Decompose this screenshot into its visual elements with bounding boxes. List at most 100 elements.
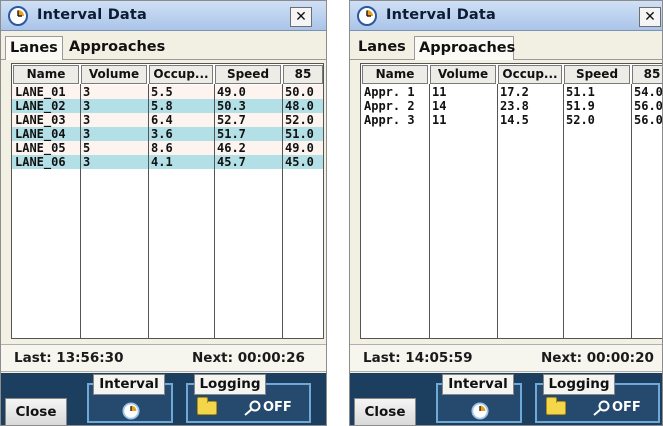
cell-volume: 3 bbox=[83, 99, 91, 113]
interval-label: Interval bbox=[93, 374, 165, 395]
cell-speed: 51.1 bbox=[566, 85, 595, 99]
column-header-name[interactable]: Name bbox=[13, 65, 79, 84]
cell-occupancy: 14.5 bbox=[500, 113, 529, 127]
table-row[interactable]: Appr. 3 11 14.5 52.0 56.0 bbox=[361, 113, 663, 127]
cell-name: LANE_01 bbox=[15, 85, 66, 99]
clock-icon bbox=[8, 6, 28, 26]
column-divider bbox=[148, 84, 149, 338]
column-header-speed[interactable]: Speed bbox=[564, 65, 630, 84]
tab-approaches[interactable]: Approaches bbox=[65, 36, 165, 60]
cell-speed: 52.0 bbox=[566, 113, 595, 127]
cell-volume: 3 bbox=[83, 127, 91, 141]
column-divider bbox=[429, 84, 430, 338]
key-icon bbox=[593, 400, 610, 416]
last-update-time: Last: 14:05:59 bbox=[363, 350, 473, 366]
cell-85th: 56.0 bbox=[634, 99, 663, 113]
cell-name: LANE_05 bbox=[15, 141, 66, 155]
window-title: Interval Data bbox=[386, 7, 497, 23]
cell-volume: 11 bbox=[432, 113, 447, 127]
table-row[interactable]: LANE_04 3 3.6 51.7 51.0 bbox=[12, 127, 323, 141]
data-grid[interactable]: Name Volume Occup... Speed 85 Appr. 1 11… bbox=[360, 63, 663, 339]
cell-speed: 51.7 bbox=[217, 127, 246, 141]
cell-85th: 52.0 bbox=[285, 113, 314, 127]
tab-lanes[interactable]: Lanes bbox=[354, 36, 412, 60]
data-grid[interactable]: Name Volume Occup... Speed 85 LANE_01 3 … bbox=[11, 63, 324, 339]
cell-85th: 48.0 bbox=[285, 99, 314, 113]
cell-volume: 5 bbox=[83, 141, 91, 155]
column-divider bbox=[214, 84, 215, 338]
cell-occupancy: 8.6 bbox=[151, 141, 173, 155]
column-header-speed[interactable]: Speed bbox=[215, 65, 281, 84]
bottom-toolbar: Close Interval OFF Logging bbox=[1, 373, 326, 425]
column-header-occupancy[interactable]: Occup... bbox=[498, 65, 562, 84]
status-bar: Last: 13:56:30 Next: 00:00:26 bbox=[1, 344, 326, 372]
cell-name: Appr. 2 bbox=[364, 99, 415, 113]
tab-lanes[interactable]: Lanes bbox=[5, 36, 63, 60]
cell-85th: 56.0 bbox=[634, 113, 663, 127]
column-divider bbox=[80, 84, 81, 338]
title-bar: Interval Data ✕ bbox=[350, 1, 662, 31]
table-row[interactable]: LANE_03 3 6.4 52.7 52.0 bbox=[12, 113, 323, 127]
cell-occupancy: 5.8 bbox=[151, 99, 173, 113]
column-header-volume[interactable]: Volume bbox=[430, 65, 496, 84]
cell-name: LANE_04 bbox=[15, 127, 66, 141]
table-row[interactable]: Appr. 1 11 17.2 51.1 54.0 bbox=[361, 85, 663, 99]
column-header-85th[interactable]: 85 bbox=[283, 65, 323, 84]
interval-data-window-lanes: Interval Data ✕ Lanes Approaches Name Vo… bbox=[0, 0, 327, 426]
cell-speed: 52.7 bbox=[217, 113, 246, 127]
cell-name: Appr. 3 bbox=[364, 113, 415, 127]
table-row[interactable]: LANE_01 3 5.5 49.0 50.0 bbox=[12, 85, 323, 99]
logging-status: OFF bbox=[612, 400, 641, 415]
table-row[interactable]: Appr. 2 14 23.8 51.9 56.0 bbox=[361, 99, 663, 113]
cell-85th: 50.0 bbox=[285, 85, 314, 99]
clock-icon bbox=[122, 402, 140, 420]
cell-name: Appr. 1 bbox=[364, 85, 415, 99]
column-header-85th[interactable]: 85 bbox=[632, 65, 662, 84]
column-header-occupancy[interactable]: Occup... bbox=[149, 65, 213, 84]
cell-85th: 49.0 bbox=[285, 141, 314, 155]
cell-occupancy: 4.1 bbox=[151, 155, 173, 169]
next-update-countdown: Next: 00:00:20 bbox=[541, 350, 654, 366]
cell-speed: 46.2 bbox=[217, 141, 246, 155]
table-row[interactable]: LANE_06 3 4.1 45.7 45.0 bbox=[12, 155, 323, 169]
cell-volume: 14 bbox=[432, 99, 447, 113]
cell-speed: 45.7 bbox=[217, 155, 246, 169]
column-divider bbox=[497, 84, 498, 338]
cell-name: LANE_02 bbox=[15, 99, 66, 113]
key-icon bbox=[244, 400, 261, 416]
close-window-button[interactable]: ✕ bbox=[290, 7, 312, 27]
cell-occupancy: 17.2 bbox=[500, 85, 529, 99]
logging-label: Logging bbox=[194, 374, 266, 395]
clock-icon bbox=[357, 6, 377, 26]
last-update-time: Last: 13:56:30 bbox=[14, 350, 124, 366]
cell-name: LANE_03 bbox=[15, 113, 66, 127]
title-bar: Interval Data ✕ bbox=[1, 1, 326, 31]
tab-approaches[interactable]: Approaches bbox=[414, 36, 515, 60]
close-window-button[interactable]: ✕ bbox=[639, 7, 661, 27]
interval-data-window-approaches: Interval Data ✕ Lanes Approaches Name Vo… bbox=[349, 0, 663, 426]
close-button[interactable]: Close bbox=[5, 398, 67, 425]
status-bar: Last: 14:05:59 Next: 00:00:20 bbox=[350, 344, 662, 372]
close-button[interactable]: Close bbox=[354, 398, 416, 425]
table-row[interactable]: LANE_02 3 5.8 50.3 48.0 bbox=[12, 99, 323, 113]
cell-occupancy: 3.6 bbox=[151, 127, 173, 141]
next-update-countdown: Next: 00:00:26 bbox=[192, 350, 305, 366]
folder-icon[interactable] bbox=[197, 397, 217, 415]
cell-volume: 3 bbox=[83, 85, 91, 99]
cell-occupancy: 5.5 bbox=[151, 85, 173, 99]
clock-icon bbox=[471, 402, 489, 420]
logging-label: Logging bbox=[543, 374, 615, 395]
column-header-name[interactable]: Name bbox=[362, 65, 428, 84]
cell-volume: 11 bbox=[432, 85, 447, 99]
folder-icon[interactable] bbox=[546, 397, 566, 415]
logging-status: OFF bbox=[263, 400, 292, 415]
column-header-volume[interactable]: Volume bbox=[81, 65, 147, 84]
cell-occupancy: 23.8 bbox=[500, 99, 529, 113]
window-title: Interval Data bbox=[37, 7, 148, 23]
column-divider bbox=[563, 84, 564, 338]
cell-occupancy: 6.4 bbox=[151, 113, 173, 127]
bottom-toolbar: Close Interval OFF Logging bbox=[350, 373, 662, 425]
cell-85th: 51.0 bbox=[285, 127, 314, 141]
cell-85th: 54.0 bbox=[634, 85, 663, 99]
table-row[interactable]: LANE_05 5 8.6 46.2 49.0 bbox=[12, 141, 323, 155]
